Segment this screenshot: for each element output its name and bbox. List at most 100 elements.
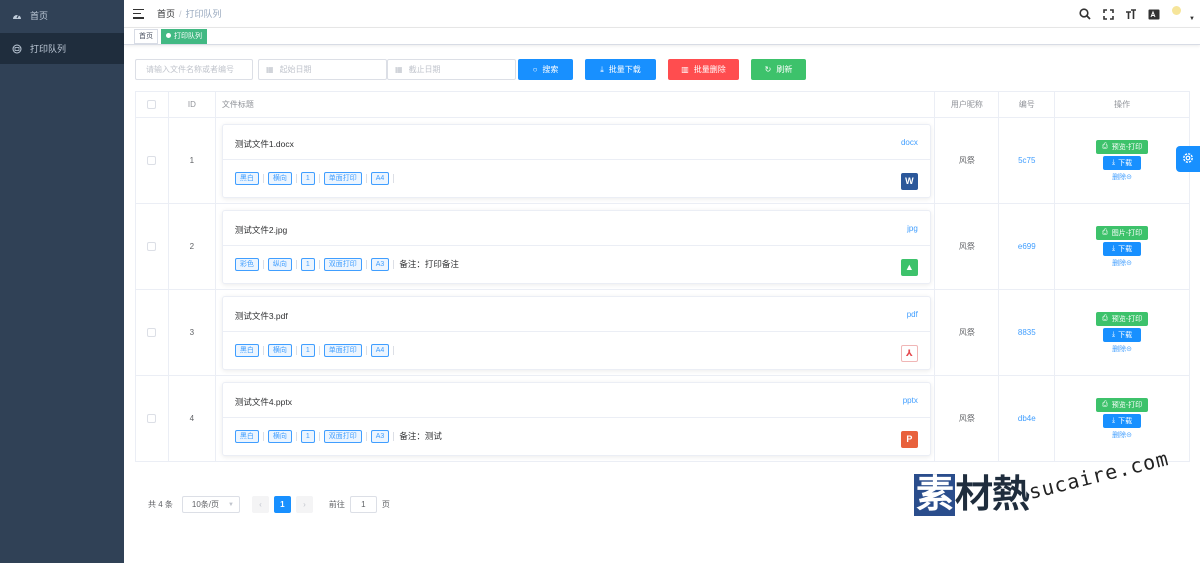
goto-input[interactable]: 1 [349,496,377,513]
prev-page-button[interactable]: ‹ [251,496,269,513]
option-tag: 横向 [267,429,292,443]
trash-icon: ▥ [681,65,689,74]
option-tag: 1 [300,343,315,357]
next-page-button[interactable]: › [295,496,313,513]
end-date-input[interactable]: ▦ 截止日期 [387,59,516,80]
search-icon[interactable] [1076,5,1094,23]
row-checkbox[interactable] [147,328,157,337]
sidebar-item-print-queue[interactable]: 打印队列 [0,33,124,64]
divider [365,431,367,441]
download-icon: ⤓ [1112,330,1116,338]
end-date-placeholder: 截止日期 [408,65,441,74]
word-icon: W [900,172,918,190]
start-date-input[interactable]: ▦ 起始日期 [258,59,387,80]
download-button[interactable]: ⤓ 下载 [1103,327,1142,342]
breadcrumb: 首页 / 打印队列 [157,7,222,20]
code-link[interactable]: e699 [1018,242,1036,251]
row-ops: ⎙ 预览-打印 ⤓ 下载 删除⊝ [1055,290,1189,375]
print-options: 彩色 纵向 1 双面打印 A3 备注：打印备注 [234,257,459,271]
search-button[interactable]: ○ 搜索 [518,59,573,80]
download-button[interactable]: ⤓ 下载 [1103,241,1142,256]
header-ops: 操作 [1114,100,1131,109]
delete-link[interactable]: 删除⊝ [1112,430,1132,440]
page-number-current[interactable]: 1 [273,496,291,513]
delete-label: 删除 [1112,173,1127,181]
goto-label: 前往 [328,500,345,509]
refresh-button[interactable]: ↻ 刷新 [751,59,806,80]
delete-link[interactable]: 删除⊝ [1112,172,1132,182]
filter-bar: 请输入文件名称或者编号 ▦ 起始日期 ▦ 截止日期 ○ 搜索 ⤓ 批量下载 ▥ 批量删除 … [135,59,806,80]
page-size-value: 10条/页 [191,500,220,509]
tag-home[interactable]: 首页 [134,28,158,44]
code-link[interactable]: 8835 [1018,328,1036,337]
row-nickname: 风祭 [935,376,1000,461]
tag-label: 首页 [139,32,153,40]
code-link[interactable]: db4e [1018,414,1036,423]
preview-print-button[interactable]: ⎙ 预览-打印 [1096,139,1149,154]
delete-label: 删除 [1112,259,1127,267]
row-select-cell [136,204,169,289]
breadcrumb-home[interactable]: 首页 [157,9,175,19]
delete-label: 删除 [1112,345,1127,353]
delete-link[interactable]: 删除⊝ [1112,258,1132,268]
option-tag: 黑白 [234,343,259,357]
hamburger-icon[interactable] [133,8,144,19]
image-icon: ▲ [900,258,918,276]
sidebar-item-label: 打印队列 [30,44,67,54]
delete-link[interactable]: 删除⊝ [1112,344,1132,354]
chevron-down-icon: ▼ [227,501,234,508]
row-select-cell [136,376,169,461]
download-button[interactable]: ⤓ 下载 [1103,413,1142,428]
watermark: 素材熱 sucaire.com [914,446,1171,530]
download-label: 下载 [1118,417,1133,425]
tag-print-queue[interactable]: 打印队列 [161,28,207,44]
file-card: 测试文件4.pptx pptx 黑白 横向 1 双面打印 A3 备注：测试 P [221,381,931,456]
card-divider [222,330,930,332]
download-label: 下载 [1118,331,1133,339]
divider [393,431,395,441]
card-divider [222,416,930,418]
caret-down-icon[interactable]: ▼ [1189,16,1195,22]
main-content: 首页 / 打印队列 ▼ 首页 打印队列 请输入文件名称或者编号 ▦ 起始日期 ▦… [124,0,1200,563]
font-size-icon[interactable] [1122,5,1140,23]
page-unit-label: 页 [381,500,390,509]
printer-icon: ⎙ [1102,314,1108,322]
row-checkbox[interactable] [147,414,157,423]
row-code: db4e [999,376,1056,461]
row-title-cell: 测试文件2.jpg jpg 彩色 纵向 1 双面打印 A3 备注：打印备注 ▲ [216,204,936,289]
row-checkbox[interactable] [147,156,157,165]
row-checkbox[interactable] [147,242,157,251]
preview-print-button[interactable]: ⎙ 预览-打印 [1096,397,1149,412]
print-options: 黑白 横向 1 单面打印 A4 [234,343,399,357]
settings-fab[interactable] [1176,146,1200,172]
keyword-input[interactable]: 请输入文件名称或者编号 [135,59,253,80]
file-title: 测试文件3.pdf [234,310,288,321]
watermark-cn: 素材熱 [914,463,1030,518]
breadcrumb-current: 打印队列 [185,9,222,19]
file-ext: pptx [902,395,918,405]
file-card: 测试文件3.pdf pdf 黑白 横向 1 单面打印 A4 ⅄ [221,295,931,370]
trash-icon: ⊝ [1126,345,1133,353]
avatar[interactable] [1172,5,1182,15]
download-button[interactable]: ⤓ 下载 [1103,155,1142,170]
preview-print-button[interactable]: ⎙ 预览-打印 [1096,311,1149,326]
translate-icon[interactable] [1145,5,1163,23]
page-size-select[interactable]: 10条/页 ▼ [181,496,240,513]
select-all-checkbox[interactable] [147,100,157,109]
sidebar-item-home[interactable]: 首页 [0,0,124,30]
row-nickname: 风祭 [935,290,1000,375]
ops-group: ⎙ 预览-打印 ⤓ 下载 删除⊝ [1096,311,1149,354]
fullscreen-icon[interactable] [1099,5,1117,23]
batch-download-button[interactable]: ⤓ 批量下载 [585,59,656,80]
calendar-icon: ▦ [395,65,403,74]
row-id: 2 [169,204,216,289]
dashboard-icon [12,10,22,20]
card-divider [222,158,930,160]
table-row: 2 测试文件2.jpg jpg 彩色 纵向 1 双面打印 A3 备注：打印备注 ▲ 风祭 … [136,204,1189,290]
divider [393,345,395,355]
preview-print-button[interactable]: ⎙ 图片-打印 [1096,225,1149,240]
file-title: 测试文件1.docx [234,138,294,149]
batch-delete-button[interactable]: ▥ 批量删除 [668,59,739,80]
code-link[interactable]: 5c75 [1018,156,1035,165]
header-title: 文件标题 [216,92,936,117]
